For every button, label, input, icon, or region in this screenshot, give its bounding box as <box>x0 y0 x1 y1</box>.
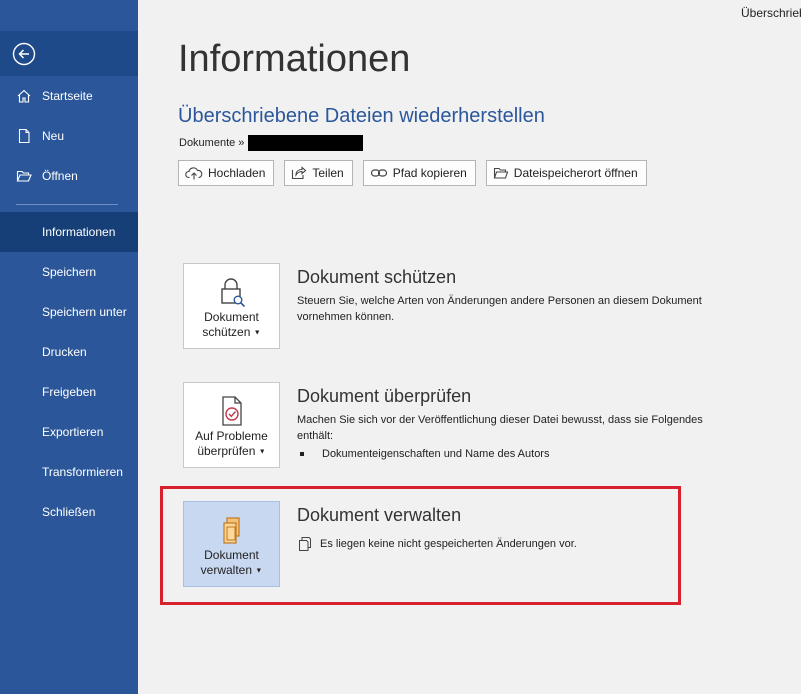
sidebar-item-export[interactable]: Exportieren <box>0 412 138 452</box>
check-issues-button[interactable]: Auf Probleme überprüfen ▼ <box>183 382 280 468</box>
folder-open-icon <box>16 170 32 182</box>
copy-path-button[interactable]: Pfad kopieren <box>362 160 476 186</box>
protect-section-title: Dokument schützen <box>297 267 457 287</box>
open-file-location-label: Dateispeicherort öffnen <box>513 166 638 180</box>
chevron-down-icon: ▼ <box>253 329 261 337</box>
sidebar-item-open[interactable]: Öffnen <box>0 156 138 196</box>
check-issues-button-label: Auf Probleme überprüfen ▼ <box>195 429 268 458</box>
share-label: Teilen <box>312 166 344 180</box>
file-title: Überschriebene Dateien wiederherstellen <box>178 105 545 127</box>
open-file-location-button[interactable]: Dateispeicherort öffnen <box>485 160 647 186</box>
back-button[interactable] <box>0 31 138 76</box>
folder-icon <box>493 167 509 179</box>
page-title: Informationen <box>178 38 411 80</box>
home-icon <box>17 89 31 103</box>
inspect-bullet-item: Dokumenteigenschaften und Name des Autor… <box>300 448 549 460</box>
protect-button-label: Dokument schützen ▼ <box>202 310 261 339</box>
document-title: Überschriebene <box>741 6 801 20</box>
upload-button[interactable]: Hochladen <box>178 160 275 186</box>
sidebar-item-label: Informationen <box>42 225 116 239</box>
chevron-down-icon: ▼ <box>258 448 266 456</box>
sidebar-item-print[interactable]: Drucken <box>0 332 138 372</box>
sidebar-item-transform[interactable]: Transformieren <box>0 452 138 492</box>
backstage-sidebar: Startseite Neu Öffnen Informationen Spei… <box>0 0 138 694</box>
inspect-section-title: Dokument überprüfen <box>297 386 472 406</box>
annotation-highlight-box <box>160 486 681 605</box>
share-icon <box>292 166 307 180</box>
sidebar-item-label: Schließen <box>42 505 96 519</box>
sidebar-item-label: Drucken <box>42 345 87 359</box>
sidebar-item-label: Neu <box>42 129 65 143</box>
sidebar-item-share[interactable]: Freigeben <box>0 372 138 412</box>
link-icon <box>370 169 387 177</box>
back-arrow-icon <box>12 42 36 65</box>
sidebar-item-label: Transformieren <box>42 465 123 479</box>
sidebar-divider <box>16 204 118 205</box>
sidebar-item-info[interactable]: Informationen <box>0 212 138 252</box>
sidebar-item-save[interactable]: Speichern <box>0 252 138 292</box>
sidebar-item-new[interactable]: Neu <box>0 116 138 156</box>
cloud-upload-icon <box>185 167 203 180</box>
inspect-section-desc: Machen Sie sich vor der Veröffentlichung… <box>297 414 703 442</box>
sidebar-item-label: Speichern unter <box>42 305 127 319</box>
sidebar-item-label: Freigeben <box>42 385 97 399</box>
sidebar-item-save-as[interactable]: Speichern unter <box>0 292 138 332</box>
breadcrumb-text: Dokumente » <box>179 137 245 149</box>
inspect-document-icon <box>221 396 242 426</box>
sidebar-item-label: Speichern <box>42 265 97 279</box>
sidebar-item-close[interactable]: Schließen <box>0 492 138 532</box>
lock-icon <box>220 278 245 308</box>
new-document-icon <box>18 128 30 144</box>
redacted-path <box>248 135 364 151</box>
breadcrumb: Dokumente » <box>179 135 364 151</box>
protect-document-button[interactable]: Dokument schützen ▼ <box>183 263 280 349</box>
protect-section-desc: Steuern Sie, welche Arten von Änderungen… <box>297 295 702 323</box>
file-actions-toolbar: Hochladen Teilen Pfad kopieren Dateispei… <box>178 160 657 186</box>
sidebar-item-home[interactable]: Startseite <box>0 76 138 116</box>
bullet-dot <box>300 452 304 456</box>
copy-path-label: Pfad kopieren <box>392 166 467 180</box>
upload-label: Hochladen <box>208 166 266 180</box>
share-button[interactable]: Teilen <box>284 160 353 186</box>
sidebar-item-label: Startseite <box>42 89 93 103</box>
sidebar-item-label: Öffnen <box>42 169 78 183</box>
sidebar-item-label: Exportieren <box>42 425 104 439</box>
